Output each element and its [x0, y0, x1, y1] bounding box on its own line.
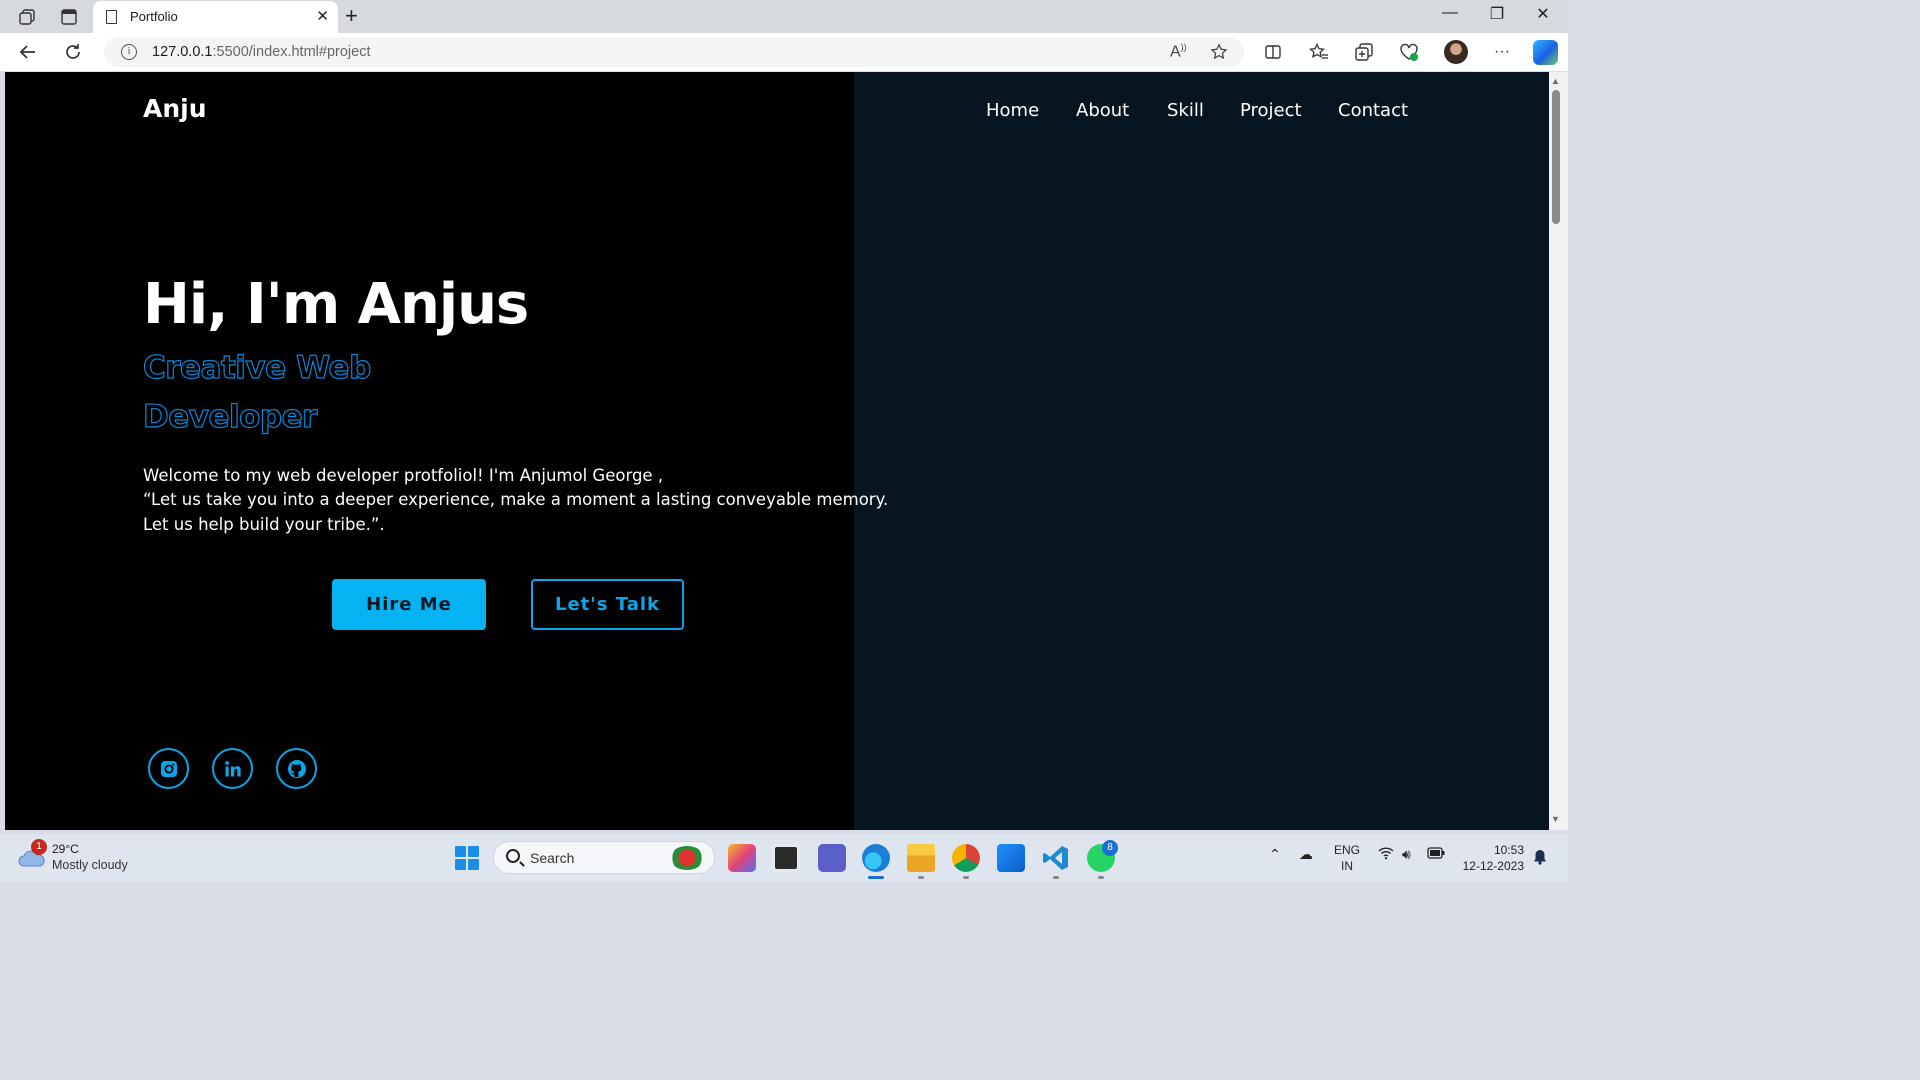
scroll-down-arrow-icon[interactable]: ▼: [1551, 814, 1560, 824]
language-indicator[interactable]: ENG IN: [1334, 842, 1360, 874]
minimize-button[interactable]: —: [1430, 4, 1470, 22]
url-field[interactable]: i 127.0.0.1:5500/index.html#project A)): [104, 37, 1244, 67]
teams-icon[interactable]: [818, 844, 846, 872]
edge-browser-icon[interactable]: [862, 844, 890, 872]
linkedin-icon: [224, 760, 241, 776]
page-icon: [106, 10, 117, 24]
new-tab-button[interactable]: +: [345, 3, 358, 29]
battery-icon[interactable]: [1427, 846, 1445, 862]
vertical-tabs-icon[interactable]: [58, 6, 80, 28]
scrollbar-thumb[interactable]: [1552, 90, 1560, 224]
browser-essentials-icon[interactable]: [1398, 41, 1420, 63]
weather-temperature[interactable]: 29°C: [52, 842, 79, 856]
notification-bell-icon[interactable]: [1533, 849, 1547, 869]
tab-title: Portfolio: [130, 9, 178, 24]
taskbar-search[interactable]: Search: [493, 841, 715, 874]
profile-avatar[interactable]: [1444, 40, 1468, 64]
instagram-icon: [160, 760, 177, 777]
hero-subtitle-line1: Creative Web: [142, 349, 371, 386]
github-link[interactable]: [276, 748, 317, 789]
site-logo[interactable]: Anju: [143, 94, 207, 123]
weather-description[interactable]: Mostly cloudy: [52, 858, 128, 872]
back-icon[interactable]: [15, 39, 41, 65]
whatsapp-notification-badge: 8: [1102, 840, 1118, 856]
active-tab[interactable]: Portfolio ✕: [93, 1, 338, 33]
more-options-icon[interactable]: ···: [1491, 41, 1513, 63]
close-tab-icon[interactable]: ✕: [316, 7, 329, 25]
file-explorer-icon[interactable]: [907, 844, 935, 872]
search-highlight-icon: [670, 846, 704, 870]
onedrive-icon[interactable]: ☁: [1299, 846, 1313, 863]
task-view-icon[interactable]: [772, 844, 800, 872]
read-aloud-icon[interactable]: A)): [1170, 42, 1187, 61]
nav-contact[interactable]: Contact: [1338, 100, 1408, 121]
favorite-star-icon[interactable]: [1210, 43, 1228, 66]
favorites-icon[interactable]: [1308, 41, 1330, 63]
hire-me-button[interactable]: Hire Me: [332, 579, 486, 630]
restore-button[interactable]: ❐: [1477, 4, 1517, 24]
nav-about[interactable]: About: [1076, 100, 1129, 121]
nav-home[interactable]: Home: [986, 100, 1039, 121]
search-icon: [506, 849, 520, 863]
intro-line-3: Let us help build your tribe.”.: [143, 515, 385, 534]
intro-line-2: “Let us take you into a deeper experienc…: [143, 490, 889, 509]
url-text[interactable]: 127.0.0.1:5500/index.html#project: [152, 44, 370, 60]
hero-title: Hi, I'm Anjus: [143, 272, 529, 337]
chrome-running-indicator: [963, 876, 969, 879]
github-icon: [287, 759, 306, 778]
wifi-icon[interactable]: [1378, 846, 1394, 863]
volume-icon[interactable]: 🔊︎: [1402, 846, 1411, 863]
address-bar-row: i 127.0.0.1:5500/index.html#project A)) …: [0, 33, 1568, 71]
copilot-icon[interactable]: [1533, 40, 1558, 65]
split-screen-icon[interactable]: [1262, 41, 1284, 63]
refresh-icon[interactable]: [60, 39, 86, 65]
scroll-up-arrow-icon[interactable]: ▲: [1551, 76, 1560, 86]
instagram-link[interactable]: [148, 748, 189, 789]
page-scrollbar[interactable]: ▲ ▼: [1549, 72, 1568, 830]
chrome-icon[interactable]: [952, 844, 980, 872]
start-menu-icon[interactable]: [455, 846, 479, 870]
close-window-button[interactable]: ✕: [1523, 4, 1563, 24]
hero-subtitle-line2: Developer: [142, 398, 318, 435]
windows-taskbar: 1 29°C Mostly cloudy Search 8 ⌃ ☁ ENG IN…: [0, 834, 1568, 882]
copilot-preview-app-icon[interactable]: [728, 844, 756, 872]
linkedin-link[interactable]: [212, 748, 253, 789]
explorer-running-indicator: [918, 876, 924, 879]
show-hidden-icons-chevron-icon[interactable]: ⌃: [1269, 846, 1281, 863]
workspaces-icon[interactable]: [16, 6, 38, 28]
collections-icon[interactable]: [1353, 41, 1375, 63]
system-clock[interactable]: 10:53 12-12-2023: [1456, 842, 1524, 874]
search-placeholder: Search: [530, 850, 575, 866]
edge-active-indicator: [868, 876, 884, 879]
microsoft-store-icon[interactable]: [997, 844, 1025, 872]
intro-line-1: Welcome to my web developer protfoliol! …: [143, 466, 664, 485]
lets-talk-button[interactable]: Let's Talk: [531, 579, 684, 630]
vscode-running-indicator: [1053, 876, 1059, 879]
weather-alert-badge: 1: [31, 839, 47, 855]
hero-image-panel: [854, 72, 1549, 830]
page-viewport: Anju Home About Skill Project Contact Hi…: [5, 72, 1549, 830]
nav-project[interactable]: Project: [1240, 100, 1302, 121]
site-info-icon[interactable]: i: [121, 44, 137, 60]
nav-skill[interactable]: Skill: [1167, 100, 1204, 121]
vscode-icon[interactable]: [1042, 844, 1070, 872]
whatsapp-running-indicator: [1098, 876, 1104, 879]
browser-tab-bar: Portfolio ✕ + — ❐ ✕: [0, 0, 1568, 33]
